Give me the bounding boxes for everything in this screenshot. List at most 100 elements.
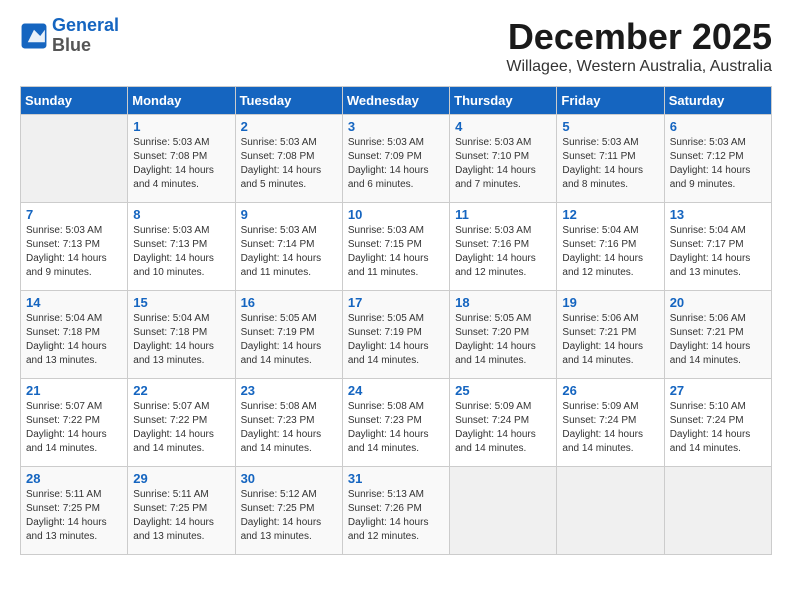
calendar-cell: 30 Sunrise: 5:12 AM Sunset: 7:25 PM Dayli… [235, 467, 342, 555]
cell-daylight-info: Sunrise: 5:03 AM Sunset: 7:09 PM Dayligh… [348, 136, 444, 192]
calendar-table: SundayMondayTuesdayWednesdayThursdayFrid… [20, 86, 772, 555]
dow-header: Sunday [21, 87, 128, 115]
calendar-cell: 20 Sunrise: 5:06 AM Sunset: 7:21 PM Dayli… [664, 291, 771, 379]
logo-text: GeneralBlue [52, 16, 119, 56]
calendar-cell: 31 Sunrise: 5:13 AM Sunset: 7:26 PM Dayli… [342, 467, 449, 555]
cell-daylight-info: Sunrise: 5:03 AM Sunset: 7:14 PM Dayligh… [241, 224, 337, 280]
cell-daylight-info: Sunrise: 5:08 AM Sunset: 7:23 PM Dayligh… [348, 400, 444, 456]
cell-daylight-info: Sunrise: 5:04 AM Sunset: 7:18 PM Dayligh… [26, 312, 122, 368]
day-number: 10 [348, 207, 444, 222]
cell-daylight-info: Sunrise: 5:03 AM Sunset: 7:13 PM Dayligh… [133, 224, 229, 280]
calendar-cell: 11 Sunrise: 5:03 AM Sunset: 7:16 PM Dayli… [450, 203, 557, 291]
calendar-cell: 18Sunrise: 5:05 AM Sunset: 7:20 PM Dayli… [450, 291, 557, 379]
cell-daylight-info: Sunrise: 5:04 AM Sunset: 7:17 PM Dayligh… [670, 224, 766, 280]
calendar-cell: 7 Sunrise: 5:03 AM Sunset: 7:13 PM Daylig… [21, 203, 128, 291]
day-number: 28 [26, 471, 122, 486]
logo: GeneralBlue [20, 16, 119, 56]
cell-daylight-info: Sunrise: 5:12 AM Sunset: 7:25 PM Dayligh… [241, 488, 337, 544]
calendar-cell [21, 115, 128, 203]
day-number: 19 [562, 295, 658, 310]
dow-header: Tuesday [235, 87, 342, 115]
calendar-cell: 17 Sunrise: 5:05 AM Sunset: 7:19 PM Dayli… [342, 291, 449, 379]
calendar-cell: 22 Sunrise: 5:07 AM Sunset: 7:22 PM Dayli… [128, 379, 235, 467]
month-title: December 2025 [506, 16, 772, 58]
day-number: 20 [670, 295, 766, 310]
page-header: GeneralBlue December 2025 Willagee, West… [20, 16, 772, 76]
calendar-cell: 28 Sunrise: 5:11 AM Sunset: 7:25 PM Dayli… [21, 467, 128, 555]
day-number: 4 [455, 119, 551, 134]
day-number: 7 [26, 207, 122, 222]
day-number: 17 [348, 295, 444, 310]
day-number: 15 [133, 295, 229, 310]
calendar-cell: 9 Sunrise: 5:03 AM Sunset: 7:14 PM Daylig… [235, 203, 342, 291]
day-number: 22 [133, 383, 229, 398]
calendar-cell: 8 Sunrise: 5:03 AM Sunset: 7:13 PM Daylig… [128, 203, 235, 291]
calendar-cell: 2Sunrise: 5:03 AM Sunset: 7:08 PM Daylig… [235, 115, 342, 203]
calendar-cell: 15 Sunrise: 5:04 AM Sunset: 7:18 PM Dayli… [128, 291, 235, 379]
calendar-cell: 12Sunrise: 5:04 AM Sunset: 7:16 PM Dayli… [557, 203, 664, 291]
calendar-cell: 27 Sunrise: 5:10 AM Sunset: 7:24 PM Dayli… [664, 379, 771, 467]
dow-header: Friday [557, 87, 664, 115]
day-number: 23 [241, 383, 337, 398]
calendar-cell: 21 Sunrise: 5:07 AM Sunset: 7:22 PM Dayli… [21, 379, 128, 467]
dow-header: Thursday [450, 87, 557, 115]
cell-daylight-info: Sunrise: 5:09 AM Sunset: 7:24 PM Dayligh… [455, 400, 551, 456]
calendar-cell: 19 Sunrise: 5:06 AM Sunset: 7:21 PM Dayli… [557, 291, 664, 379]
calendar-week-row: 1Sunrise: 5:03 AM Sunset: 7:08 PM Daylig… [21, 115, 772, 203]
cell-daylight-info: Sunrise: 5:07 AM Sunset: 7:22 PM Dayligh… [26, 400, 122, 456]
calendar-cell: 3 Sunrise: 5:03 AM Sunset: 7:09 PM Daylig… [342, 115, 449, 203]
cell-daylight-info: Sunrise: 5:10 AM Sunset: 7:24 PM Dayligh… [670, 400, 766, 456]
calendar-cell: 26Sunrise: 5:09 AM Sunset: 7:24 PM Dayli… [557, 379, 664, 467]
calendar-cell: 13 Sunrise: 5:04 AM Sunset: 7:17 PM Dayli… [664, 203, 771, 291]
location-title: Willagee, Western Australia, Australia [506, 58, 772, 76]
cell-daylight-info: Sunrise: 5:03 AM Sunset: 7:16 PM Dayligh… [455, 224, 551, 280]
cell-daylight-info: Sunrise: 5:11 AM Sunset: 7:25 PM Dayligh… [133, 488, 229, 544]
day-number: 3 [348, 119, 444, 134]
day-number: 21 [26, 383, 122, 398]
day-number: 13 [670, 207, 766, 222]
day-number: 14 [26, 295, 122, 310]
cell-daylight-info: Sunrise: 5:03 AM Sunset: 7:15 PM Dayligh… [348, 224, 444, 280]
cell-daylight-info: Sunrise: 5:03 AM Sunset: 7:12 PM Dayligh… [670, 136, 766, 192]
day-number: 26 [562, 383, 658, 398]
cell-daylight-info: Sunrise: 5:04 AM Sunset: 7:18 PM Dayligh… [133, 312, 229, 368]
calendar-cell: 5Sunrise: 5:03 AM Sunset: 7:11 PM Daylig… [557, 115, 664, 203]
calendar-cell [557, 467, 664, 555]
calendar-cell: 24 Sunrise: 5:08 AM Sunset: 7:23 PM Dayli… [342, 379, 449, 467]
day-number: 30 [241, 471, 337, 486]
dow-header: Wednesday [342, 87, 449, 115]
day-number: 11 [455, 207, 551, 222]
cell-daylight-info: Sunrise: 5:06 AM Sunset: 7:21 PM Dayligh… [670, 312, 766, 368]
cell-daylight-info: Sunrise: 5:06 AM Sunset: 7:21 PM Dayligh… [562, 312, 658, 368]
calendar-week-row: 21 Sunrise: 5:07 AM Sunset: 7:22 PM Dayli… [21, 379, 772, 467]
day-number: 31 [348, 471, 444, 486]
cell-daylight-info: Sunrise: 5:13 AM Sunset: 7:26 PM Dayligh… [348, 488, 444, 544]
cell-daylight-info: Sunrise: 5:03 AM Sunset: 7:13 PM Dayligh… [26, 224, 122, 280]
cell-daylight-info: Sunrise: 5:11 AM Sunset: 7:25 PM Dayligh… [26, 488, 122, 544]
day-number: 16 [241, 295, 337, 310]
cell-daylight-info: Sunrise: 5:07 AM Sunset: 7:22 PM Dayligh… [133, 400, 229, 456]
day-number: 24 [348, 383, 444, 398]
cell-daylight-info: Sunrise: 5:05 AM Sunset: 7:19 PM Dayligh… [241, 312, 337, 368]
calendar-cell: 16 Sunrise: 5:05 AM Sunset: 7:19 PM Dayli… [235, 291, 342, 379]
day-number: 27 [670, 383, 766, 398]
day-number: 12 [562, 207, 658, 222]
calendar-week-row: 7 Sunrise: 5:03 AM Sunset: 7:13 PM Daylig… [21, 203, 772, 291]
calendar-cell: 1Sunrise: 5:03 AM Sunset: 7:08 PM Daylig… [128, 115, 235, 203]
calendar-week-row: 28 Sunrise: 5:11 AM Sunset: 7:25 PM Dayli… [21, 467, 772, 555]
day-number: 29 [133, 471, 229, 486]
calendar-cell: 25Sunrise: 5:09 AM Sunset: 7:24 PM Dayli… [450, 379, 557, 467]
day-number: 8 [133, 207, 229, 222]
calendar-cell: 4 Sunrise: 5:03 AM Sunset: 7:10 PM Daylig… [450, 115, 557, 203]
calendar-cell: 29 Sunrise: 5:11 AM Sunset: 7:25 PM Dayli… [128, 467, 235, 555]
cell-daylight-info: Sunrise: 5:03 AM Sunset: 7:08 PM Dayligh… [133, 136, 229, 192]
cell-daylight-info: Sunrise: 5:05 AM Sunset: 7:20 PM Dayligh… [455, 312, 551, 368]
day-number: 9 [241, 207, 337, 222]
cell-daylight-info: Sunrise: 5:05 AM Sunset: 7:19 PM Dayligh… [348, 312, 444, 368]
calendar-cell: 10 Sunrise: 5:03 AM Sunset: 7:15 PM Dayli… [342, 203, 449, 291]
logo-icon [20, 22, 48, 50]
calendar-cell [450, 467, 557, 555]
calendar-cell: 23Sunrise: 5:08 AM Sunset: 7:23 PM Dayli… [235, 379, 342, 467]
calendar-week-row: 14 Sunrise: 5:04 AM Sunset: 7:18 PM Dayli… [21, 291, 772, 379]
cell-daylight-info: Sunrise: 5:03 AM Sunset: 7:10 PM Dayligh… [455, 136, 551, 192]
